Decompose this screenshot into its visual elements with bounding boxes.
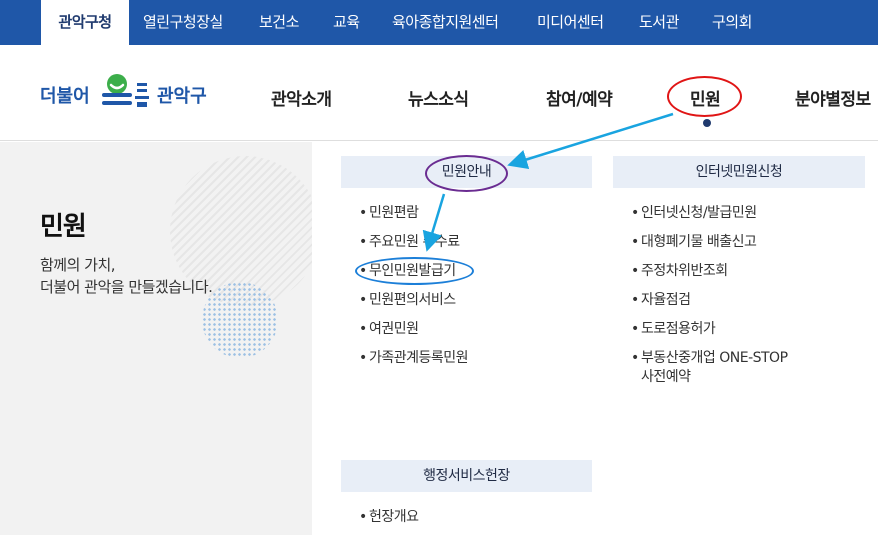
submenu-item-road-permit[interactable]: • 도로점용허가 [631, 319, 716, 339]
tab-gwanak-gu-office[interactable]: 관악구청 [41, 0, 129, 45]
gnb-field-info[interactable]: 분야별정보 [795, 85, 871, 110]
gnb-about[interactable]: 관악소개 [271, 85, 332, 110]
tab-media-center[interactable]: 미디어센터 [537, 0, 604, 45]
tab-library[interactable]: 도서관 [639, 0, 679, 45]
top-site-bar: 관악구청 열린구청장실 보건소 교육 육아종합지원센터 미디어센터 도서관 구의… [0, 0, 878, 45]
submenu-item-convenience[interactable]: • 민원편의서비스 [359, 290, 456, 310]
active-menu-indicator [703, 119, 711, 127]
decorative-dots [202, 282, 278, 358]
submenu-item-realestate-onestop-line2[interactable]: 사전예약 [641, 367, 691, 387]
site-header: 더불어 관악구 관악소개 뉴스소식 참여/예약 민원 분야별정보 [0, 45, 878, 141]
section-intro-panel: 민원 함께의 가치, 더불어 관악을 만들겠습니다. [0, 142, 312, 535]
logo-graphic: 더불어 관악구 [40, 74, 207, 107]
site-logo[interactable]: 더불어 관악구 [40, 69, 220, 115]
submenu-heading-internet-apply[interactable]: 인터넷민원신청 [613, 156, 865, 188]
tab-open-mayor-office[interactable]: 열린구청장실 [143, 0, 223, 45]
submenu-item-parking-violation[interactable]: • 주정차위반조회 [631, 261, 728, 281]
submenu-item-passport[interactable]: • 여권민원 [359, 319, 419, 339]
tab-health-center[interactable]: 보건소 [259, 0, 299, 45]
section-desc-line1: 함께의 가치, [40, 256, 116, 274]
submenu-item-internet-issue[interactable]: • 인터넷신청/발급민원 [631, 203, 757, 223]
submenu-heading-civil-guide[interactable]: 민원안내 [341, 156, 592, 188]
submenu-item-kiosk[interactable]: • 무인민원발급기 [359, 261, 456, 281]
submenu-item-bulk-waste[interactable]: • 대형폐기물 배출신고 [631, 232, 757, 252]
submenu-item-self-inspection[interactable]: • 자율점검 [631, 290, 691, 310]
tab-district-council[interactable]: 구의회 [712, 0, 752, 45]
submenu-item-fees[interactable]: • 주요민원 수수료 [359, 232, 460, 252]
tab-childcare-center[interactable]: 육아종합지원센터 [392, 0, 499, 45]
submenu-item-charter-overview[interactable]: • 헌장개요 [359, 507, 419, 527]
svg-text:더불어: 더불어 [40, 86, 90, 106]
submenu-item-realestate-onestop[interactable]: • 부동산중개업 ONE-STOP [631, 348, 788, 368]
svg-text:관악구: 관악구 [157, 86, 207, 106]
section-title: 민원 [40, 212, 87, 242]
submenu-heading-service-charter[interactable]: 행정서비스헌장 [341, 460, 592, 492]
gnb-news[interactable]: 뉴스소식 [408, 85, 469, 110]
submenu-item-family-registry[interactable]: • 가족관계등록민원 [359, 348, 469, 368]
tab-education[interactable]: 교육 [333, 0, 360, 45]
submenu-item-civil-handbook[interactable]: • 민원편람 [359, 203, 419, 223]
section-desc-line2: 더불어 관악을 만들겠습니다. [40, 278, 213, 296]
gnb-participation[interactable]: 참여/예약 [546, 85, 613, 110]
gnb-civil-service[interactable]: 민원 [690, 85, 721, 110]
